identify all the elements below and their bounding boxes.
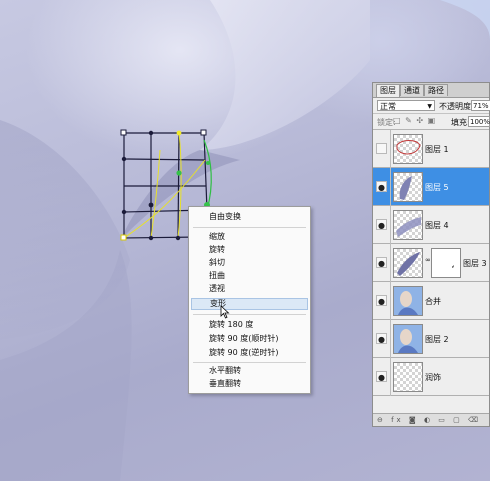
dropdown-arrow-icon: ▼ xyxy=(427,103,432,110)
menu-item-rotate-90-cw[interactable]: 旋转 90 度(顺时针) xyxy=(191,333,308,345)
lock-icons[interactable]: □ ✎ ✣ ▣ xyxy=(393,116,436,125)
layer-row[interactable]: 图层 1 xyxy=(373,130,489,168)
layer-row[interactable]: ● 润饰 xyxy=(373,358,489,396)
divider xyxy=(390,282,391,320)
layer-row[interactable]: ● ∞ 图层 3 xyxy=(373,244,489,282)
layer-name: 图层 2 xyxy=(425,335,449,344)
opacity-label: 不透明度: xyxy=(439,102,474,111)
tab-channels[interactable]: 通道 xyxy=(400,84,424,96)
layer-name: 图层 5 xyxy=(425,183,449,192)
layer-thumbnail xyxy=(393,134,423,164)
layer-thumbnail xyxy=(393,210,423,240)
layer-row[interactable]: ● 合并 xyxy=(373,282,489,320)
menu-item-free-transform[interactable]: 自由变换 xyxy=(191,211,308,223)
tab-paths[interactable]: 路径 xyxy=(424,84,448,96)
divider xyxy=(390,168,391,206)
menu-item-rotate-90-ccw[interactable]: 旋转 90 度(逆时针) xyxy=(191,347,308,359)
layer-name: 合并 xyxy=(425,297,441,306)
menu-item-rotate-180[interactable]: 旋转 180 度 xyxy=(191,319,308,331)
lock-fill-row: 锁定: □ ✎ ✣ ▣ 填充: 100% xyxy=(373,114,490,130)
divider xyxy=(390,130,391,168)
layer-thumbnail xyxy=(393,362,423,392)
layer-mask-thumbnail[interactable] xyxy=(431,248,461,278)
link-icon: ∞ xyxy=(425,256,431,264)
fill-label: 填充: xyxy=(451,118,470,127)
blend-opacity-row: 正常 ▼ 不透明度: 71% xyxy=(373,98,490,114)
eye-icon[interactable]: ● xyxy=(376,371,387,382)
menu-separator xyxy=(193,362,306,363)
tab-layers[interactable]: 图层 xyxy=(376,84,400,97)
menu-item-rotate[interactable]: 旋转 xyxy=(191,244,308,256)
divider xyxy=(390,206,391,244)
panel-footer-toolbar[interactable]: ⊖ fx ◙ ◐ ▭ ▢ ⌫ xyxy=(373,413,489,426)
visibility-toggle[interactable] xyxy=(376,143,387,154)
layer-thumbnail xyxy=(393,324,423,354)
layer-row[interactable]: ● 图层 4 xyxy=(373,206,489,244)
menu-item-perspective[interactable]: 透视 xyxy=(191,283,308,295)
layer-thumbnail xyxy=(393,248,423,278)
layer-row-selected[interactable]: ● 图层 5 xyxy=(373,168,489,206)
eye-icon[interactable]: ● xyxy=(376,295,387,306)
menu-separator xyxy=(193,314,306,315)
divider xyxy=(390,320,391,358)
layer-name: 润饰 xyxy=(425,373,441,382)
layer-thumbnail xyxy=(393,172,423,202)
menu-item-warp[interactable]: 变形 xyxy=(191,298,308,310)
layers-panel: 图层 通道 路径 正常 ▼ 不透明度: 71% 锁定: □ ✎ ✣ ▣ 填充: … xyxy=(372,82,490,427)
eye-icon[interactable]: ● xyxy=(376,181,387,192)
layer-name: 图层 3 xyxy=(463,259,487,268)
blend-mode-select[interactable]: 正常 ▼ xyxy=(377,100,435,111)
layer-name: 图层 1 xyxy=(425,145,449,154)
transform-context-menu: 自由变换 缩放 旋转 斜切 扭曲 透视 变形 旋转 180 度 旋转 90 度(… xyxy=(188,206,311,394)
panel-tabs: 图层 通道 路径 xyxy=(373,83,489,98)
menu-item-flip-vertical[interactable]: 垂直翻转 xyxy=(191,378,308,390)
opacity-input[interactable]: 71% xyxy=(471,100,490,111)
eye-icon[interactable]: ● xyxy=(376,257,387,268)
menu-item-skew[interactable]: 斜切 xyxy=(191,257,308,269)
fill-input[interactable]: 100% xyxy=(468,116,490,127)
pointer-cursor-icon xyxy=(220,305,230,319)
layer-thumbnail xyxy=(393,286,423,316)
layer-row[interactable]: ● 图层 2 xyxy=(373,320,489,358)
menu-item-distort[interactable]: 扭曲 xyxy=(191,270,308,282)
layer-name: 图层 4 xyxy=(425,221,449,230)
divider xyxy=(390,358,391,396)
menu-item-scale[interactable]: 缩放 xyxy=(191,231,308,243)
eye-icon[interactable]: ● xyxy=(376,219,387,230)
blend-mode-value: 正常 xyxy=(380,102,396,111)
divider xyxy=(390,244,391,282)
menu-item-flip-horizontal[interactable]: 水平翻转 xyxy=(191,365,308,377)
eye-icon[interactable]: ● xyxy=(376,333,387,344)
menu-separator xyxy=(193,227,306,228)
